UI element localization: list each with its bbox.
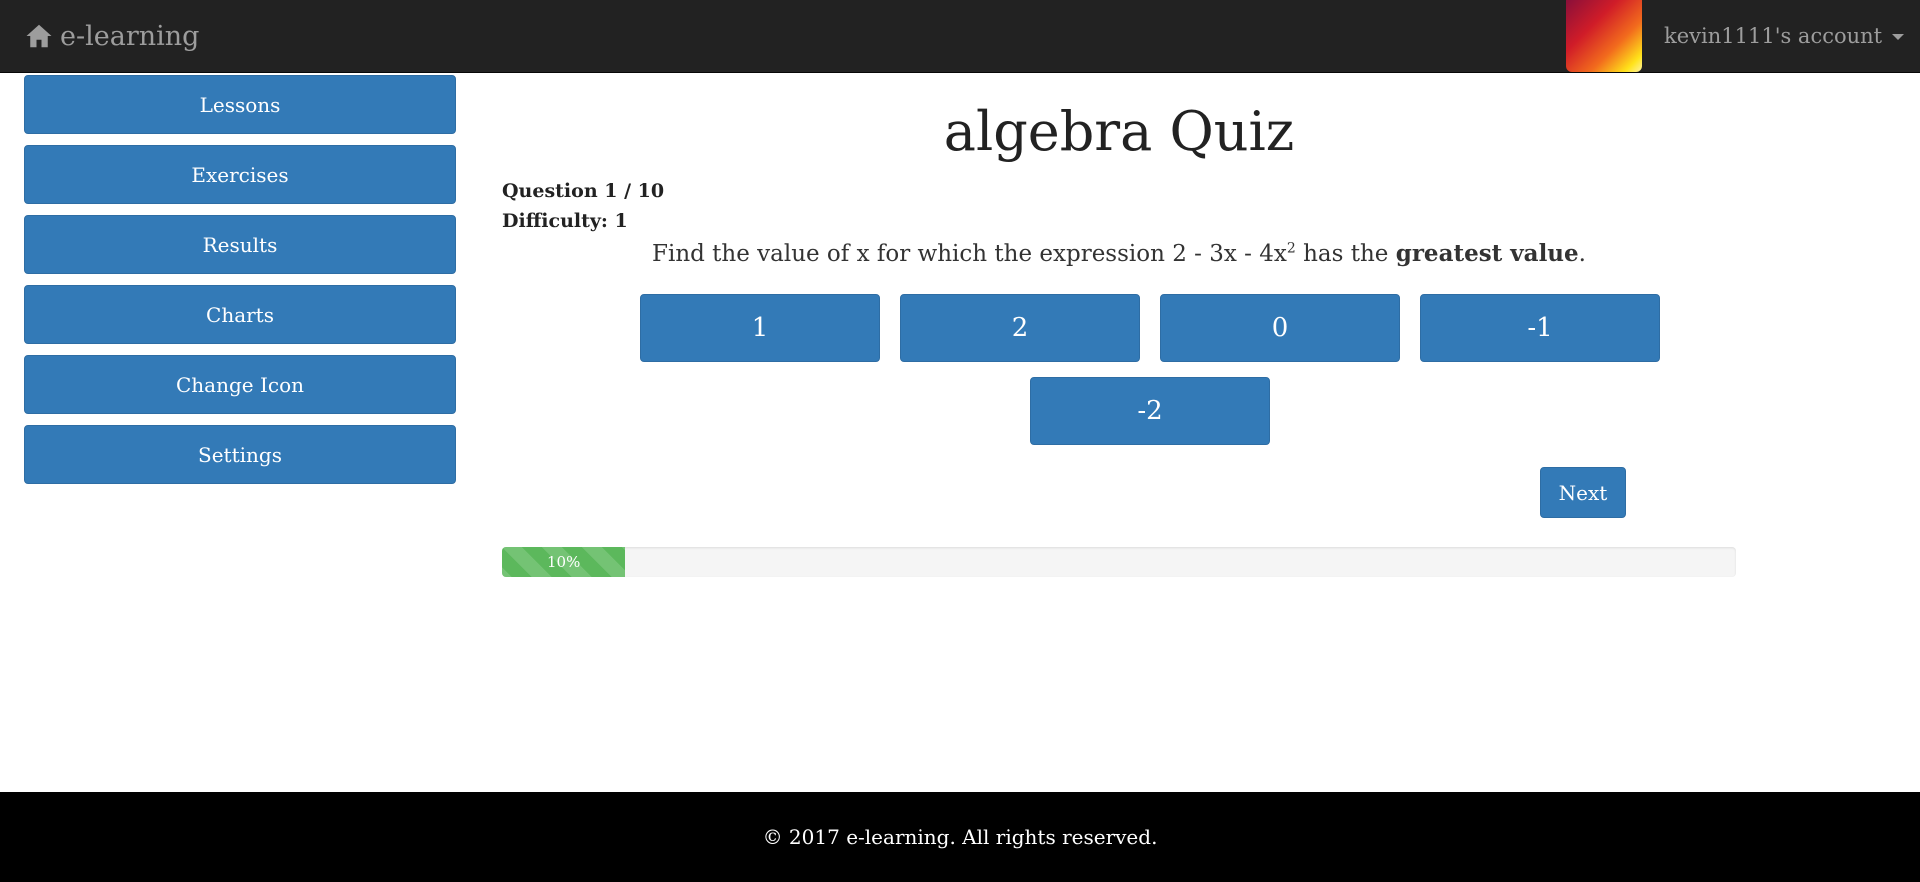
brand-label: e-learning	[60, 20, 200, 52]
sidebar-item-change-icon[interactable]: Change Icon	[24, 355, 456, 414]
question-text: Find the value of x for which the expres…	[502, 240, 1736, 267]
sidebar-item-exercises[interactable]: Exercises	[24, 145, 456, 204]
account-label: kevin1111's account	[1664, 24, 1883, 48]
next-button[interactable]: Next	[1540, 467, 1626, 518]
top-navbar: e-learning kevin1111's account	[0, 0, 1920, 73]
answer-button-2[interactable]: 2	[900, 294, 1140, 362]
account-dropdown[interactable]: kevin1111's account	[1664, 0, 1905, 72]
footer-copyright: © 2017 e-learning. All rights reserved.	[762, 825, 1158, 849]
caret-down-icon	[1892, 34, 1905, 40]
answer-button-5[interactable]: -2	[1030, 377, 1270, 445]
sidebar-item-results[interactable]: Results	[24, 215, 456, 274]
quiz-progress: 10%	[502, 547, 1736, 577]
brand-link[interactable]: e-learning	[24, 0, 199, 72]
home-icon	[24, 21, 54, 51]
question-middle: has the	[1295, 241, 1396, 267]
answer-button-1[interactable]: 1	[640, 294, 880, 362]
sidebar-item-lessons[interactable]: Lessons	[24, 75, 456, 134]
answer-button-4[interactable]: -1	[1420, 294, 1660, 362]
sidebar-item-settings[interactable]: Settings	[24, 425, 456, 484]
question-emphasis: greatest value	[1395, 240, 1579, 267]
avatar[interactable]	[1566, 0, 1642, 72]
page-title: algebra Quiz	[943, 100, 1295, 163]
question-suffix: .	[1578, 241, 1586, 267]
question-exponent: 2	[1286, 240, 1296, 257]
footer: © 2017 e-learning. All rights reserved.	[0, 792, 1920, 882]
answer-button-3[interactable]: 0	[1160, 294, 1400, 362]
difficulty-label: Difficulty: 1	[502, 210, 628, 232]
question-prefix: Find the value of x for which the expres…	[652, 241, 1287, 267]
sidebar-item-charts[interactable]: Charts	[24, 285, 456, 344]
sidebar: Lessons Exercises Results Charts Change …	[24, 75, 456, 495]
progress-bar-fill: 10%	[502, 547, 626, 577]
question-counter: Question 1 / 10	[502, 180, 665, 202]
